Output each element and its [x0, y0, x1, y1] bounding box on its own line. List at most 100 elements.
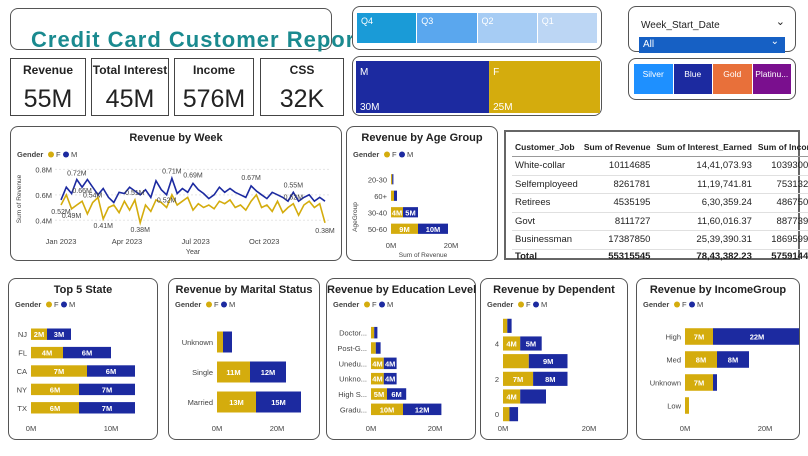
data-label: 0.71M: [162, 168, 182, 175]
category-label: Gradu...: [340, 405, 367, 414]
week-slicer-value: All: [643, 39, 655, 50]
legend-f-marker: [46, 301, 52, 308]
kpi-revenue: Revenue 55M: [10, 58, 86, 116]
table-cell: 48675030: [754, 193, 808, 213]
table-cell: 78,43,382.23: [653, 248, 755, 265]
bar-value-label: 4M: [372, 359, 382, 368]
table-header[interactable]: Sum of Income: [754, 140, 808, 157]
top-5-state-card: Top 5 State Gender F M NJ 2M 3M FL 4M 6M CA 7M 6M NY…: [8, 278, 158, 440]
legend-f-marker: [384, 151, 390, 158]
table-cell: 10114685: [580, 156, 654, 176]
legend-f-marker: [48, 151, 54, 158]
x-tick-label: 20M: [428, 424, 443, 433]
table-cell: White-collar: [512, 156, 581, 176]
category-label: 60+: [374, 192, 387, 201]
table-total-row: Total5531554578,43,382.23575914439: [512, 248, 808, 265]
revenue-by-age-card: Revenue by Age Group Gender F M 20-30 60+ 30-…: [346, 126, 498, 261]
table-cell: 186959919: [754, 230, 808, 250]
quarter-tile-q3[interactable]: Q3: [417, 13, 477, 43]
category-label: 50-60: [368, 225, 387, 234]
category-label: Low: [667, 402, 681, 411]
quarter-tile-q2[interactable]: Q2: [477, 13, 537, 43]
table-header[interactable]: Customer_Job: [512, 140, 581, 157]
bar-m: [375, 342, 381, 354]
quarter-tile-q1[interactable]: Q1: [537, 13, 597, 43]
table-cell: 575914439: [754, 248, 808, 265]
bar-value-label: 4M: [42, 349, 52, 358]
bar-value-label: 7M: [54, 367, 64, 376]
legend-title: Gender: [353, 150, 379, 159]
x-tick-label: Oct 2023: [249, 237, 279, 246]
quarter-slicer: Q4 Q3 Q2 Q1: [352, 6, 602, 50]
data-label: 0.52M: [284, 195, 304, 202]
legend-m-label: M: [387, 300, 393, 309]
table-cell: 25,39,390.31: [653, 230, 755, 250]
bar-f: [217, 331, 223, 353]
y-tick-label: 0.4M: [35, 216, 52, 225]
kpi-value: 55M: [23, 85, 73, 113]
category-label: 30-40: [368, 208, 387, 217]
kpi-income: Income 576M: [174, 58, 254, 116]
quarter-tile-q4[interactable]: Q4: [357, 13, 417, 43]
bar-value-label: 5M: [374, 390, 384, 399]
bar-value-label: 3M: [54, 330, 64, 339]
report-title: Credit Card Customer Report: [31, 27, 364, 52]
card-category-tile[interactable]: Platinu...: [752, 64, 791, 94]
category-label: TX: [17, 404, 27, 413]
card-category-tile[interactable]: Gold: [713, 64, 752, 94]
bar-value-label: 2M: [34, 330, 44, 339]
card-category-tile[interactable]: Silver: [634, 64, 673, 94]
x-tick-label: 0M: [386, 241, 396, 250]
bar-m: [509, 407, 519, 422]
bar-value-label: 4M: [506, 340, 516, 349]
gender-bar-chart: M F 30M 25M: [356, 61, 600, 113]
bar-f: [685, 397, 689, 414]
bar-f: [503, 318, 508, 333]
y-axis-title: Sum of Revenue: [16, 174, 23, 223]
legend-m-label: M: [69, 300, 75, 309]
bar-m: [374, 326, 378, 339]
card-category-tile[interactable]: Blue: [673, 64, 712, 94]
category-label: High S...: [338, 390, 367, 399]
bar-value-label: 15M: [271, 398, 286, 407]
bar-value-label: 6M: [50, 404, 60, 413]
kpi-value: 45M: [105, 85, 155, 113]
income-group-chart: Gender F M High 7M 22M Med 8M 8M Unknown 7M Low 0M 20…: [643, 300, 799, 433]
bar-value-label: 11M: [226, 368, 240, 377]
legend-f-label: F: [682, 300, 687, 309]
data-label: 0.38M: [130, 227, 150, 234]
data-label: 0.54M: [83, 192, 103, 199]
week-slicer-dropdown[interactable]: All ⌄: [639, 36, 785, 53]
data-label: 0.49M: [62, 213, 82, 220]
bar-value-label: 8M: [728, 356, 738, 365]
bar-m: [507, 318, 512, 333]
revenue-by-age-chart: Gender F M 20-30 60+ 30-40 4M 5M 50-60 9M 10M 0M 20M…: [352, 150, 458, 257]
chevron-down-icon[interactable]: ⌄: [776, 15, 785, 28]
dependent-chart: Gender F M 4 4M 5M 9M 2 7M 8M 4M 0 0M 20M: [487, 300, 596, 433]
category-label: High: [666, 333, 681, 342]
bar-value-label: 7M: [102, 404, 112, 413]
gender-bar-value: 30M: [360, 102, 379, 113]
legend-f-label: F: [214, 300, 219, 309]
table-row: Govt811172711,60,016.3788773989: [512, 212, 808, 231]
bar-value-label: 10M: [380, 405, 395, 414]
x-axis-title: Sum of Revenue: [399, 252, 448, 257]
table-cell: 6,30,359.24: [653, 193, 755, 213]
table-cell: 17387850: [580, 230, 654, 250]
education-level-card: Revenue by Education Level Gender F M Docto…: [326, 278, 476, 440]
table-cell: 55315545: [580, 248, 654, 265]
table-header[interactable]: Sum of Revenue: [580, 140, 654, 157]
kpi-css: CSS 32K: [260, 58, 344, 116]
table-header[interactable]: Sum of Interest_Earned: [653, 140, 755, 157]
legend-f-marker: [206, 301, 212, 308]
legend-f-label: F: [526, 300, 531, 309]
category-label: 0: [495, 410, 499, 419]
legend-m-marker: [533, 301, 539, 308]
legend-m-marker: [63, 151, 69, 158]
bar-value-label: 4M: [506, 393, 516, 402]
legend-title: Gender: [487, 300, 513, 309]
week-slicer: Week_Start_Date ⌄ All ⌄: [628, 6, 796, 53]
dependent-card: Revenue by Dependent Gender F M 4 4M 5M 9M 2 7M 8…: [480, 278, 628, 440]
category-label: Med: [666, 356, 681, 365]
y-tick-label: 0.8M: [35, 165, 52, 174]
